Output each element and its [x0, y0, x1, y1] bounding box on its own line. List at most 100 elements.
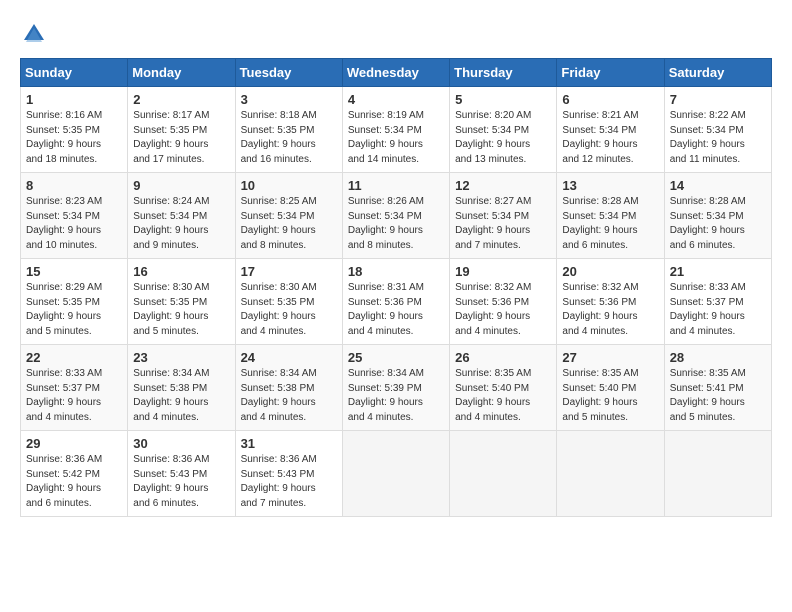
day-info: Sunrise: 8:18 AM Sunset: 5:35 PM Dayligh… [241, 109, 337, 167]
calendar-cell: 7 Sunrise: 8:22 AM Sunset: 5:34 PM Daylig… [664, 87, 771, 173]
calendar-cell: 14 Sunrise: 8:28 AM Sunset: 5:34 PM Dayli… [664, 173, 771, 259]
calendar-cell: 26 Sunrise: 8:35 AM Sunset: 5:40 PM Dayli… [450, 345, 557, 431]
calendar-cell: 22 Sunrise: 8:33 AM Sunset: 5:37 PM Dayli… [21, 345, 128, 431]
day-info: Sunrise: 8:30 AM Sunset: 5:35 PM Dayligh… [133, 281, 229, 339]
day-number: 18 [348, 264, 444, 279]
day-number: 17 [241, 264, 337, 279]
day-info: Sunrise: 8:34 AM Sunset: 5:38 PM Dayligh… [133, 367, 229, 425]
day-info: Sunrise: 8:33 AM Sunset: 5:37 PM Dayligh… [26, 367, 122, 425]
calendar-cell: 21 Sunrise: 8:33 AM Sunset: 5:37 PM Dayli… [664, 259, 771, 345]
day-number: 11 [348, 178, 444, 193]
calendar-header-row: SundayMondayTuesdayWednesdayThursdayFrid… [21, 59, 772, 87]
day-info: Sunrise: 8:35 AM Sunset: 5:41 PM Dayligh… [670, 367, 766, 425]
day-info: Sunrise: 8:26 AM Sunset: 5:34 PM Dayligh… [348, 195, 444, 253]
day-info: Sunrise: 8:35 AM Sunset: 5:40 PM Dayligh… [455, 367, 551, 425]
day-number: 27 [562, 350, 658, 365]
day-info: Sunrise: 8:19 AM Sunset: 5:34 PM Dayligh… [348, 109, 444, 167]
day-of-week-wednesday: Wednesday [342, 59, 449, 87]
day-number: 1 [26, 92, 122, 107]
day-info: Sunrise: 8:32 AM Sunset: 5:36 PM Dayligh… [562, 281, 658, 339]
day-info: Sunrise: 8:17 AM Sunset: 5:35 PM Dayligh… [133, 109, 229, 167]
day-info: Sunrise: 8:28 AM Sunset: 5:34 PM Dayligh… [670, 195, 766, 253]
calendar-cell: 5 Sunrise: 8:20 AM Sunset: 5:34 PM Daylig… [450, 87, 557, 173]
calendar-cell: 1 Sunrise: 8:16 AM Sunset: 5:35 PM Daylig… [21, 87, 128, 173]
day-number: 4 [348, 92, 444, 107]
day-info: Sunrise: 8:20 AM Sunset: 5:34 PM Dayligh… [455, 109, 551, 167]
logo-icon [20, 20, 48, 48]
day-number: 2 [133, 92, 229, 107]
day-number: 15 [26, 264, 122, 279]
day-of-week-saturday: Saturday [664, 59, 771, 87]
day-info: Sunrise: 8:34 AM Sunset: 5:38 PM Dayligh… [241, 367, 337, 425]
day-info: Sunrise: 8:16 AM Sunset: 5:35 PM Dayligh… [26, 109, 122, 167]
day-number: 26 [455, 350, 551, 365]
calendar-cell: 6Sunrise: 8:21 AM Sunset: 5:34 PM Daylig… [557, 87, 664, 173]
calendar-cell: 12Sunrise: 8:27 AM Sunset: 5:34 PM Dayli… [450, 173, 557, 259]
day-info: Sunrise: 8:24 AM Sunset: 5:34 PM Dayligh… [133, 195, 229, 253]
day-info: Sunrise: 8:36 AM Sunset: 5:43 PM Dayligh… [133, 453, 229, 511]
day-number: 8 [26, 178, 122, 193]
header [20, 20, 772, 48]
logo [20, 20, 52, 48]
day-number: 22 [26, 350, 122, 365]
day-number: 28 [670, 350, 766, 365]
day-number: 16 [133, 264, 229, 279]
day-info: Sunrise: 8:33 AM Sunset: 5:37 PM Dayligh… [670, 281, 766, 339]
day-info: Sunrise: 8:30 AM Sunset: 5:35 PM Dayligh… [241, 281, 337, 339]
day-number: 6 [562, 92, 658, 107]
calendar-cell [557, 431, 664, 517]
day-number: 21 [670, 264, 766, 279]
day-of-week-sunday: Sunday [21, 59, 128, 87]
day-number: 23 [133, 350, 229, 365]
day-of-week-tuesday: Tuesday [235, 59, 342, 87]
day-info: Sunrise: 8:35 AM Sunset: 5:40 PM Dayligh… [562, 367, 658, 425]
day-number: 13 [562, 178, 658, 193]
calendar-cell [342, 431, 449, 517]
calendar-cell [450, 431, 557, 517]
day-info: Sunrise: 8:34 AM Sunset: 5:39 PM Dayligh… [348, 367, 444, 425]
day-info: Sunrise: 8:32 AM Sunset: 5:36 PM Dayligh… [455, 281, 551, 339]
calendar-week-1: 1 Sunrise: 8:16 AM Sunset: 5:35 PM Daylig… [21, 87, 772, 173]
day-of-week-friday: Friday [557, 59, 664, 87]
calendar-cell: 3 Sunrise: 8:18 AM Sunset: 5:35 PM Daylig… [235, 87, 342, 173]
day-number: 5 [455, 92, 551, 107]
calendar-cell: 19Sunrise: 8:32 AM Sunset: 5:36 PM Dayli… [450, 259, 557, 345]
day-info: Sunrise: 8:36 AM Sunset: 5:42 PM Dayligh… [26, 453, 122, 511]
calendar-cell: 24 Sunrise: 8:34 AM Sunset: 5:38 PM Dayli… [235, 345, 342, 431]
day-number: 3 [241, 92, 337, 107]
calendar-week-5: 29 Sunrise: 8:36 AM Sunset: 5:42 PM Dayli… [21, 431, 772, 517]
day-info: Sunrise: 8:31 AM Sunset: 5:36 PM Dayligh… [348, 281, 444, 339]
calendar-cell: 20Sunrise: 8:32 AM Sunset: 5:36 PM Dayli… [557, 259, 664, 345]
day-info: Sunrise: 8:29 AM Sunset: 5:35 PM Dayligh… [26, 281, 122, 339]
calendar-cell: 27 Sunrise: 8:35 AM Sunset: 5:40 PM Dayli… [557, 345, 664, 431]
calendar-cell: 10Sunrise: 8:25 AM Sunset: 5:34 PM Dayli… [235, 173, 342, 259]
calendar-cell [664, 431, 771, 517]
day-of-week-monday: Monday [128, 59, 235, 87]
calendar-cell: 29 Sunrise: 8:36 AM Sunset: 5:42 PM Dayli… [21, 431, 128, 517]
calendar-cell: 30 Sunrise: 8:36 AM Sunset: 5:43 PM Dayli… [128, 431, 235, 517]
day-number: 30 [133, 436, 229, 451]
day-number: 7 [670, 92, 766, 107]
calendar-cell: 28 Sunrise: 8:35 AM Sunset: 5:41 PM Dayli… [664, 345, 771, 431]
calendar-week-3: 15 Sunrise: 8:29 AM Sunset: 5:35 PM Dayli… [21, 259, 772, 345]
calendar: SundayMondayTuesdayWednesdayThursdayFrid… [20, 58, 772, 517]
calendar-cell: 2 Sunrise: 8:17 AM Sunset: 5:35 PM Daylig… [128, 87, 235, 173]
day-info: Sunrise: 8:27 AM Sunset: 5:34 PM Dayligh… [455, 195, 551, 253]
day-number: 24 [241, 350, 337, 365]
day-number: 29 [26, 436, 122, 451]
calendar-cell: 23 Sunrise: 8:34 AM Sunset: 5:38 PM Dayli… [128, 345, 235, 431]
calendar-cell: 9 Sunrise: 8:24 AM Sunset: 5:34 PM Daylig… [128, 173, 235, 259]
calendar-cell: 17 Sunrise: 8:30 AM Sunset: 5:35 PM Dayli… [235, 259, 342, 345]
calendar-cell: 8Sunrise: 8:23 AM Sunset: 5:34 PM Daylig… [21, 173, 128, 259]
calendar-cell: 13 Sunrise: 8:28 AM Sunset: 5:34 PM Dayli… [557, 173, 664, 259]
calendar-cell: 18 Sunrise: 8:31 AM Sunset: 5:36 PM Dayli… [342, 259, 449, 345]
day-number: 25 [348, 350, 444, 365]
calendar-cell: 16 Sunrise: 8:30 AM Sunset: 5:35 PM Dayli… [128, 259, 235, 345]
day-info: Sunrise: 8:22 AM Sunset: 5:34 PM Dayligh… [670, 109, 766, 167]
calendar-week-4: 22 Sunrise: 8:33 AM Sunset: 5:37 PM Dayli… [21, 345, 772, 431]
day-number: 9 [133, 178, 229, 193]
day-number: 14 [670, 178, 766, 193]
day-of-week-thursday: Thursday [450, 59, 557, 87]
day-info: Sunrise: 8:28 AM Sunset: 5:34 PM Dayligh… [562, 195, 658, 253]
calendar-week-2: 8Sunrise: 8:23 AM Sunset: 5:34 PM Daylig… [21, 173, 772, 259]
